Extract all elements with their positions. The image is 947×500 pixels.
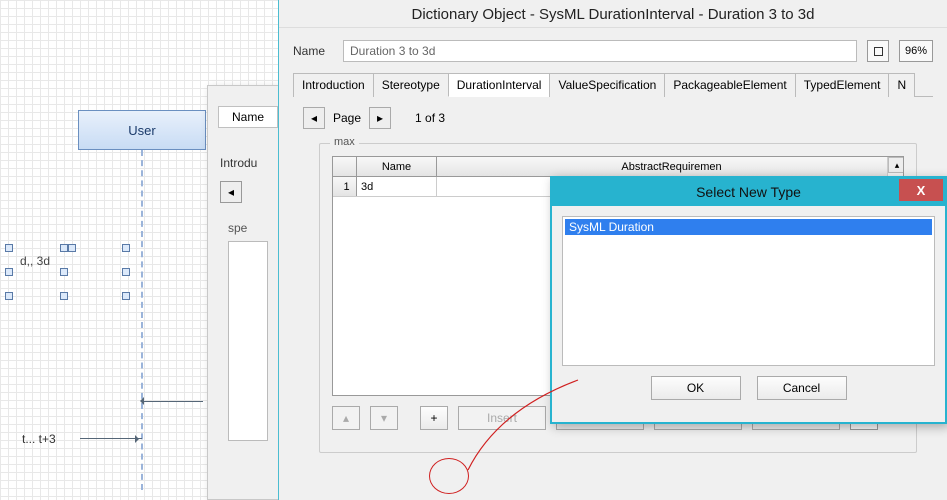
triangle-down-icon: ▾ [381, 411, 387, 425]
move-up-button[interactable]: ▴ [332, 406, 360, 430]
user-lifeline-head[interactable]: User [78, 110, 206, 150]
time-label[interactable]: t... t+3 [22, 432, 56, 446]
cancel-button[interactable]: Cancel [757, 376, 847, 400]
selection-handle[interactable] [5, 292, 13, 300]
expand-button[interactable] [867, 40, 889, 62]
select-type-titlebar[interactable]: Select New Type X [552, 178, 945, 206]
tab-valuespecification[interactable]: ValueSpecification [549, 73, 665, 97]
message-arrow-in [80, 438, 142, 439]
type-listbox[interactable]: SysML Duration [562, 216, 935, 366]
plus-icon: + [430, 411, 437, 425]
grid-corner [333, 157, 357, 176]
tab-bar: Introduction Stereotype DurationInterval… [293, 72, 933, 97]
scroll-up-button[interactable]: ▴ [888, 157, 904, 173]
group-title: max [330, 136, 359, 148]
select-new-type-dialog: Select New Type X SysML Duration OK Canc… [550, 176, 947, 424]
message-arrow-out [141, 401, 203, 402]
list-item[interactable]: SysML Duration [565, 219, 932, 235]
tab-typedelement[interactable]: TypedElement [795, 73, 890, 97]
bg-grid [228, 241, 268, 441]
bg-tab-fragment: Introdu [220, 156, 257, 170]
tab-durationinterval[interactable]: DurationInterval [448, 73, 551, 97]
grid-col-name[interactable]: Name [357, 157, 437, 176]
square-icon [874, 47, 883, 56]
tab-packageableelement[interactable]: PackageableElement [664, 73, 795, 97]
triangle-left-icon: ◂ [311, 111, 317, 125]
tab-stereotype[interactable]: Stereotype [373, 73, 449, 97]
tab-introduction[interactable]: Introduction [293, 73, 374, 97]
selection-handle[interactable] [5, 268, 13, 276]
selection-handle[interactable] [60, 292, 68, 300]
user-box-label: User [128, 123, 155, 138]
grid-header-row: Name AbstractRequiremen [333, 157, 903, 177]
selection-handle[interactable] [122, 268, 130, 276]
selection-handle[interactable] [60, 244, 68, 252]
triangle-right-icon: ▸ [377, 111, 383, 125]
select-type-title: Select New Type [696, 184, 801, 200]
triangle-left-icon: ◂ [228, 185, 234, 199]
move-down-button[interactable]: ▾ [370, 406, 398, 430]
selection-handle[interactable] [68, 244, 76, 252]
bg-group-label: spe [228, 221, 247, 235]
zoom-value: 96% [905, 45, 927, 57]
selection-handle[interactable] [122, 292, 130, 300]
ok-button[interactable]: OK [651, 376, 741, 400]
grid-cell-name[interactable]: 3d [357, 177, 437, 196]
add-button[interactable]: + [420, 406, 448, 430]
dialog-title: Dictionary Object - SysML DurationInterv… [279, 0, 947, 28]
arrow-head-icon [136, 397, 144, 405]
page-next-button[interactable]: ▸ [369, 107, 391, 129]
name-input[interactable] [343, 40, 857, 62]
page-prev-button[interactable]: ◂ [303, 107, 325, 129]
triangle-up-icon: ▴ [343, 411, 349, 425]
bg-column-header: Name [218, 106, 278, 128]
name-field-label: Name [293, 44, 333, 58]
selection-handle[interactable] [122, 244, 130, 252]
zoom-button[interactable]: 96% [899, 40, 933, 62]
page-label: Page [333, 111, 361, 125]
close-button[interactable]: X [899, 179, 943, 201]
close-icon: X [917, 183, 926, 198]
duration-label[interactable]: d,, 3d [20, 254, 50, 268]
grid-row-number: 1 [333, 177, 357, 196]
page-count: 1 of 3 [415, 111, 445, 125]
insert-button[interactable]: Insert [458, 406, 546, 430]
grid-col-abstract[interactable]: AbstractRequiremen [437, 157, 903, 176]
selection-handle[interactable] [5, 244, 13, 252]
tab-more[interactable]: N [888, 73, 915, 97]
bg-page-prev-button: ◂ [220, 181, 242, 203]
selection-handle[interactable] [60, 268, 68, 276]
